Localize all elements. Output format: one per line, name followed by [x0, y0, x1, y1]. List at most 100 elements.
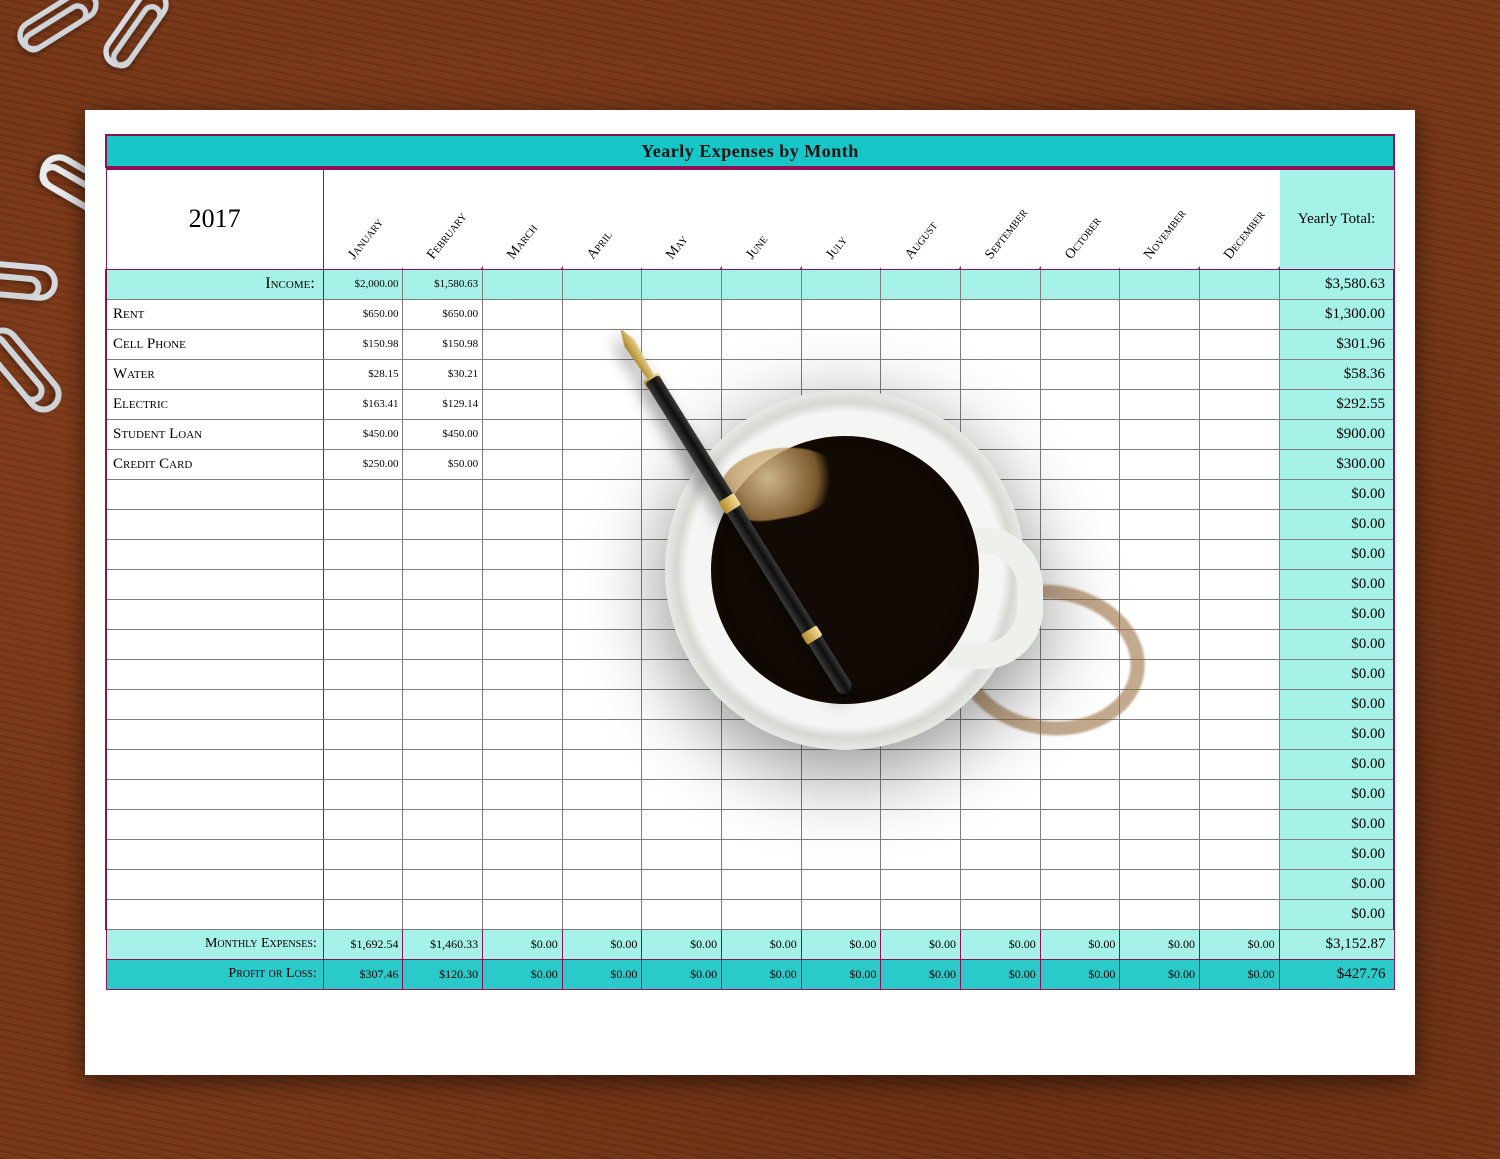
cell-value — [1120, 899, 1200, 929]
cell-value — [801, 359, 881, 389]
paperclip-icon — [0, 320, 69, 420]
cell-value: $307.46 — [323, 959, 403, 989]
cell-value — [562, 659, 642, 689]
cell-value — [323, 809, 403, 839]
cell-value: $50.00 — [403, 449, 483, 479]
cell-value — [562, 509, 642, 539]
cell-value — [881, 299, 961, 329]
cell-value — [881, 809, 961, 839]
cell-value — [1040, 449, 1120, 479]
cell-value — [1120, 329, 1200, 359]
cell-value — [1040, 269, 1120, 299]
cell-value — [483, 839, 563, 869]
paperclip-icon — [0, 258, 59, 303]
cell-value — [1200, 569, 1280, 599]
cell-value — [961, 269, 1041, 299]
row-total: $0.00 — [1279, 779, 1394, 809]
cell-value — [323, 839, 403, 869]
cell-value — [801, 899, 881, 929]
row-total: $301.96 — [1279, 329, 1394, 359]
cell-value — [403, 839, 483, 869]
cell-value: $0.00 — [483, 929, 563, 959]
cell-value — [1200, 719, 1280, 749]
monthly-expenses-label: Monthly Expenses: — [106, 929, 323, 959]
cell-value: $0.00 — [881, 959, 961, 989]
cell-value — [1120, 269, 1200, 299]
cell-value — [323, 599, 403, 629]
cell-value — [1120, 479, 1200, 509]
cell-value — [562, 749, 642, 779]
cell-value: $0.00 — [961, 959, 1041, 989]
cell-value — [562, 269, 642, 299]
cell-value — [1200, 749, 1280, 779]
cell-value — [403, 629, 483, 659]
cell-value — [1120, 299, 1200, 329]
cell-value — [1040, 299, 1120, 329]
category-label: Water — [106, 359, 323, 389]
cell-value — [483, 899, 563, 929]
cell-value — [1200, 839, 1280, 869]
cell-value — [483, 749, 563, 779]
cell-value — [722, 329, 802, 359]
cell-value — [323, 899, 403, 929]
table-header-row: 2017 JanuaryFebruaryMarchAprilMayJuneJul… — [106, 169, 1394, 269]
cell-value — [483, 719, 563, 749]
cell-value — [1200, 509, 1280, 539]
cell-value — [961, 299, 1041, 329]
cell-value — [722, 749, 802, 779]
category-label — [106, 479, 323, 509]
month-header-june: June — [722, 169, 802, 269]
cell-value — [1200, 899, 1280, 929]
cell-value: $129.14 — [403, 389, 483, 419]
cell-value: $163.41 — [323, 389, 403, 419]
category-label: Cell Phone — [106, 329, 323, 359]
cell-value — [642, 869, 722, 899]
row-total: $300.00 — [1279, 449, 1394, 479]
category-label — [106, 539, 323, 569]
month-header-july: July — [801, 169, 881, 269]
category-label — [106, 719, 323, 749]
cell-value — [1120, 419, 1200, 449]
cell-value — [403, 599, 483, 629]
cell-value: $0.00 — [483, 959, 563, 989]
cell-value — [323, 479, 403, 509]
cell-value — [642, 329, 722, 359]
cell-value — [1200, 629, 1280, 659]
cell-value — [1120, 569, 1200, 599]
cell-value — [562, 569, 642, 599]
page-title: Yearly Expenses by Month — [105, 134, 1395, 168]
cell-value — [642, 269, 722, 299]
category-label: Electric — [106, 389, 323, 419]
cell-value — [562, 539, 642, 569]
cell-value — [1040, 809, 1120, 839]
cell-value — [1120, 389, 1200, 419]
table-row: Water$28.15$30.21$58.36 — [106, 359, 1394, 389]
cell-value — [1120, 359, 1200, 389]
cell-value: $0.00 — [881, 929, 961, 959]
cell-value: $0.00 — [562, 959, 642, 989]
table-row: $0.00 — [106, 779, 1394, 809]
cell-value — [722, 779, 802, 809]
cell-value — [1120, 539, 1200, 569]
cell-value — [1200, 539, 1280, 569]
cell-value — [323, 719, 403, 749]
category-label — [106, 899, 323, 929]
cell-value — [403, 479, 483, 509]
cell-value — [1040, 419, 1120, 449]
cell-value — [562, 719, 642, 749]
cell-value: $0.00 — [1040, 959, 1120, 989]
cell-value — [403, 899, 483, 929]
cell-value — [642, 899, 722, 929]
cell-value — [881, 869, 961, 899]
cell-value — [722, 299, 802, 329]
cell-value — [1120, 809, 1200, 839]
cell-value: $250.00 — [323, 449, 403, 479]
cell-value — [1120, 719, 1200, 749]
cell-value: $1,692.54 — [323, 929, 403, 959]
cell-value — [1040, 869, 1120, 899]
cell-value: $0.00 — [801, 959, 881, 989]
cell-value — [403, 869, 483, 899]
cell-value — [323, 629, 403, 659]
cell-value — [1200, 359, 1280, 389]
cell-value — [403, 719, 483, 749]
